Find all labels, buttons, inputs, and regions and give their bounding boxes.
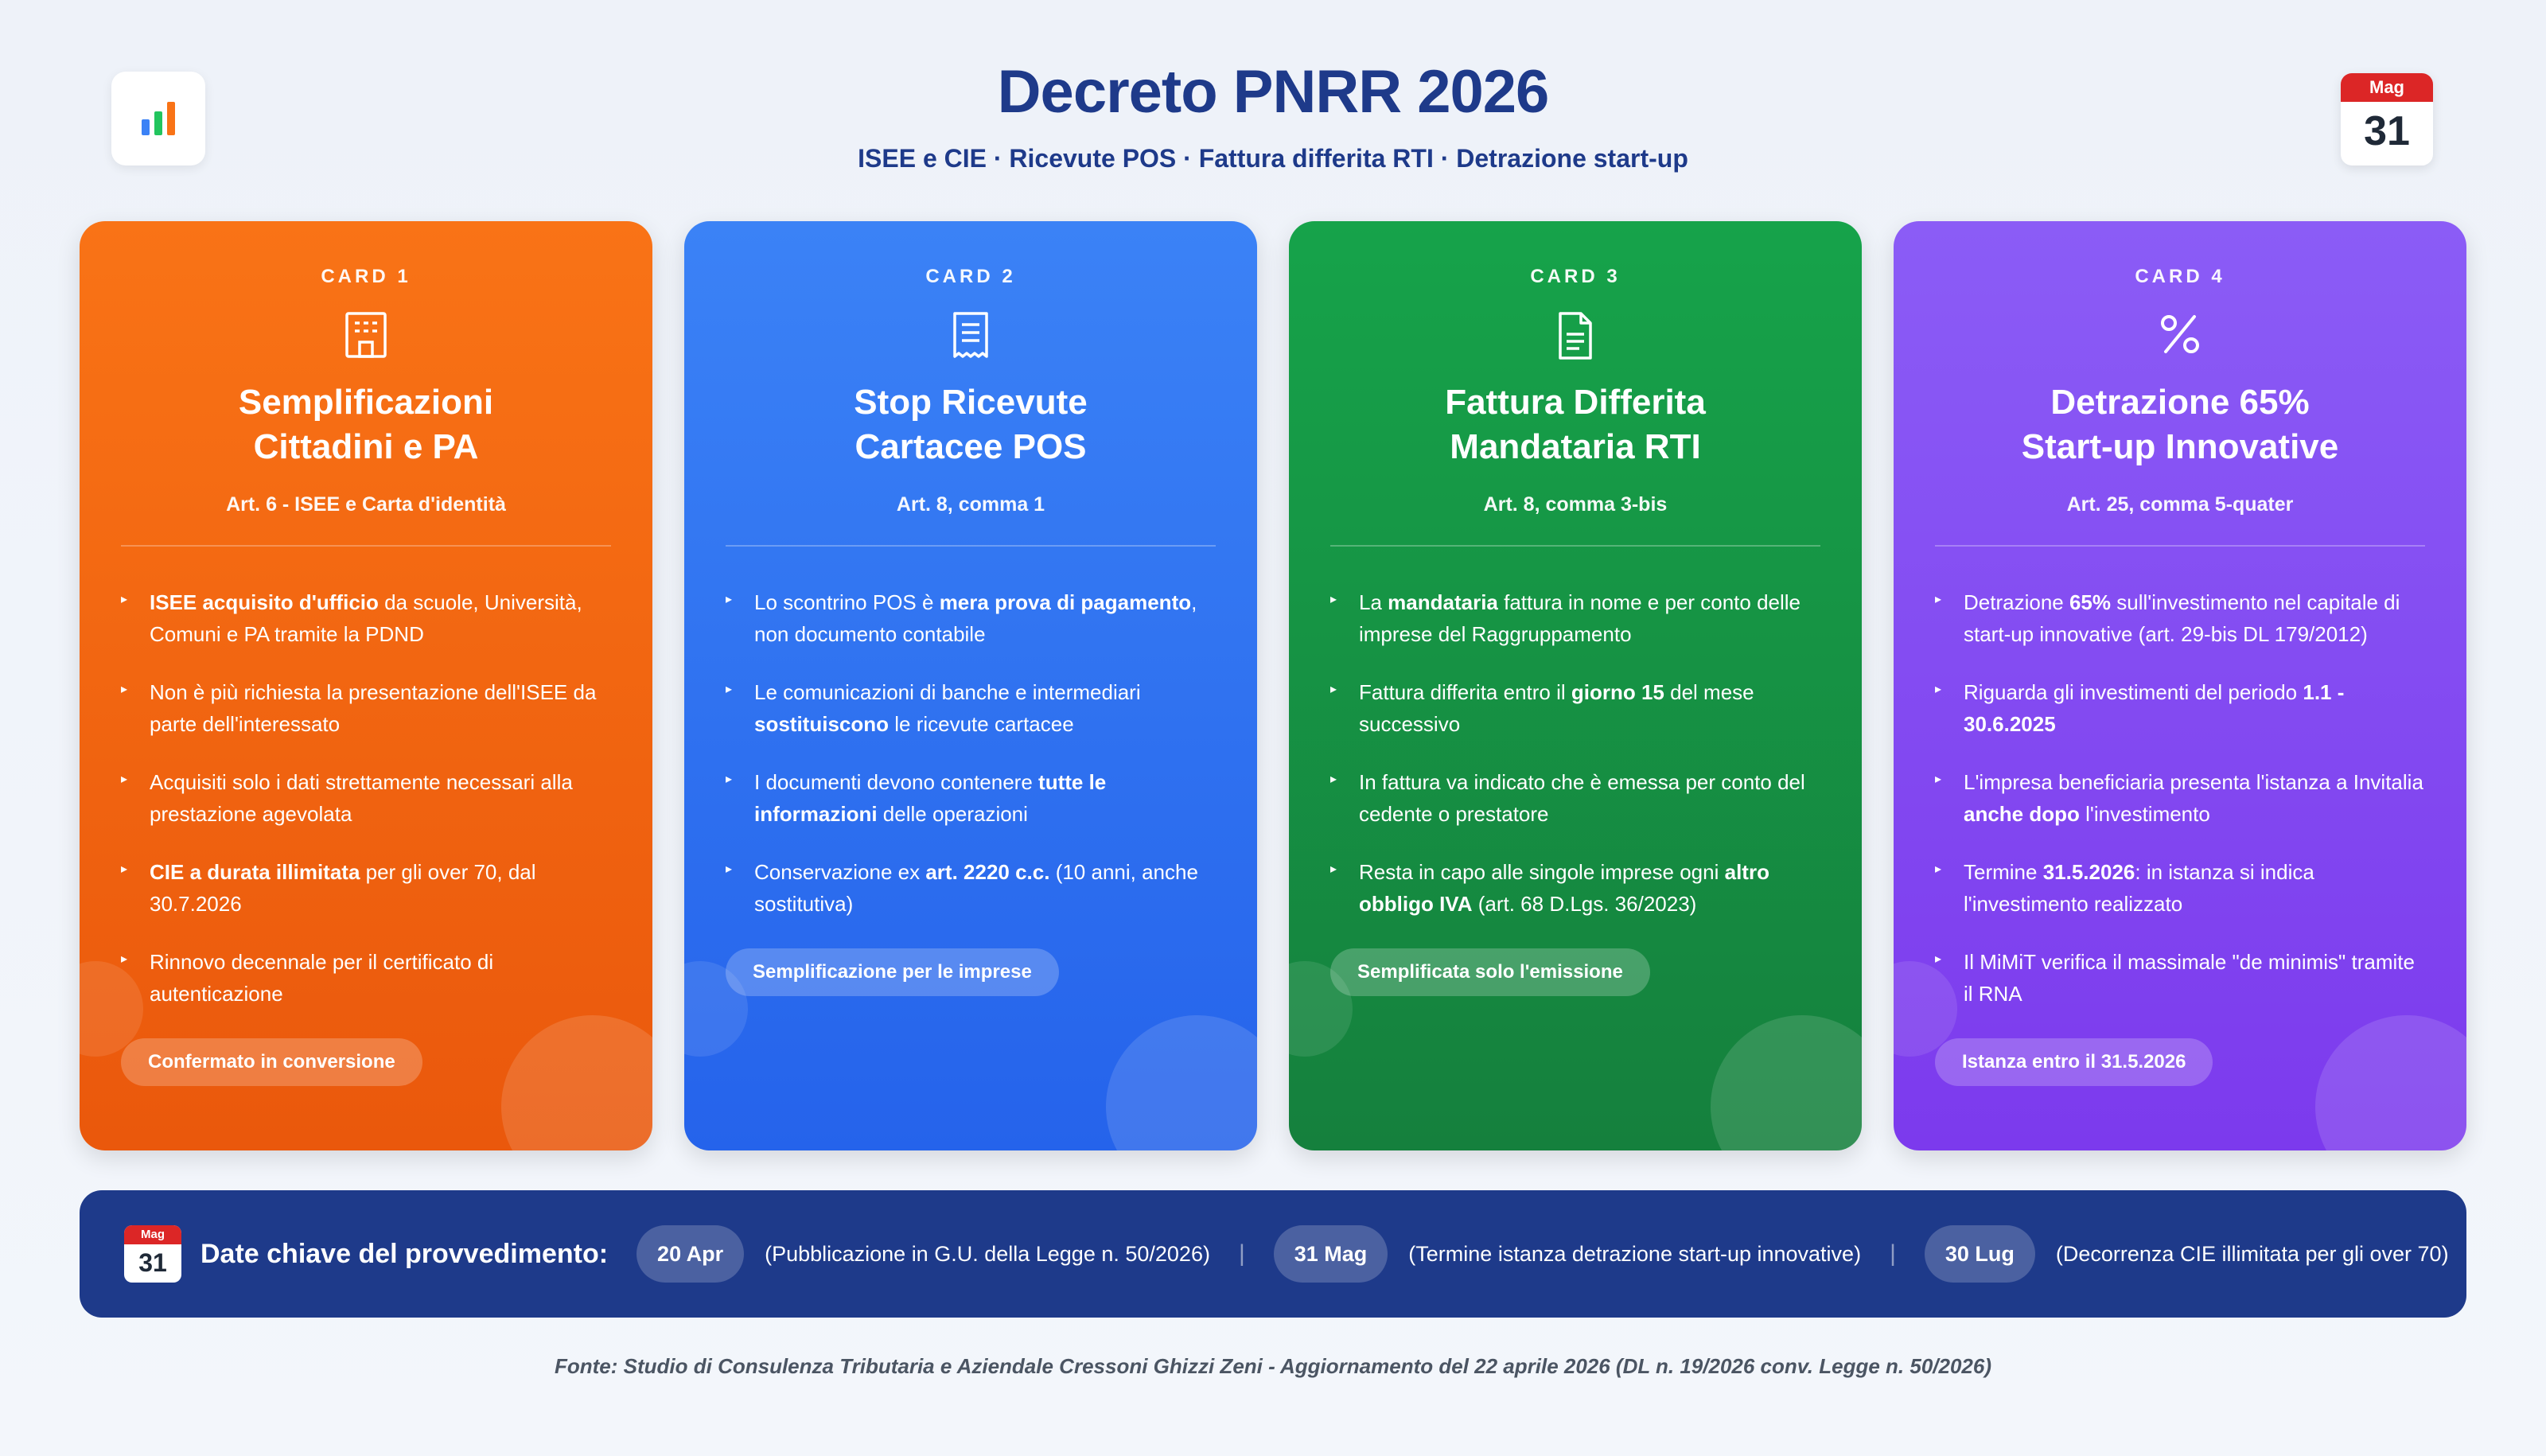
document-icon xyxy=(1559,312,1592,360)
bullet-list: ▸ ISEE acquisito d'ufficio da scuole, Uni… xyxy=(121,586,611,1010)
list-item: ▸ Non è più richiesta la presentazione de… xyxy=(121,676,611,740)
card-title: Semplificazioni Cittadini e PA xyxy=(238,383,494,466)
list-item: ▸ Le comunicazioni di banche e intermedia… xyxy=(726,676,1216,740)
card-reference: Art. 6 - ISEE e Carta d'identità xyxy=(226,493,506,516)
list-item: ▸ CIE a durata illimitata per gli over 70… xyxy=(121,856,611,920)
page-title: Decreto PNRR 2026 xyxy=(997,58,1550,126)
triangle-right-icon: ▸ xyxy=(1330,683,1337,696)
page-subtitle: ISEE e CIE · Ricevute POS · Fattura diff… xyxy=(858,144,1688,173)
list-item: ▸ Detrazione 65% sull'investimento nel ca… xyxy=(1935,586,2425,650)
card-fattura-differita: CARD 3 Fattura Differita Mandataria RTI … xyxy=(1289,221,1862,1150)
calendar-day: 31 xyxy=(138,1248,167,1277)
calendar-icon: Mag 31 xyxy=(124,1225,181,1283)
bullet-list: ▸ Lo scontrino POS è mera prova di pagame… xyxy=(726,586,1216,920)
card-title: Stop Ricevute Cartacee POS xyxy=(854,383,1088,466)
triangle-right-icon: ▸ xyxy=(726,773,733,786)
triangle-right-icon: ▸ xyxy=(726,862,733,876)
status-badge: Confermato in conversione xyxy=(121,1038,422,1086)
triangle-right-icon: ▸ xyxy=(1935,952,1942,966)
list-item: ▸ Rinnovo decennale per il certificato di… xyxy=(121,946,611,1010)
page-header: Decreto PNRR 2026 ISEE e CIE · Ricevute … xyxy=(0,57,2546,173)
list-item: ▸ Riguarda gli investimenti del periodo 1… xyxy=(1935,676,2425,740)
source-note: Fonte: Studio di Consulenza Tributaria e… xyxy=(555,1354,1991,1378)
card-number: CARD 1 xyxy=(321,266,411,287)
card-title: Detrazione 65% Start-up Innovative xyxy=(2021,383,2339,466)
list-item: ▸ I documenti devono contenere tutte le i… xyxy=(726,766,1216,830)
separator: | xyxy=(1890,1240,1896,1267)
status-badge: Semplificazione per le imprese xyxy=(726,948,1059,996)
separator: | xyxy=(1238,1240,1245,1267)
card-number: CARD 2 xyxy=(925,266,1016,287)
card-detrazione-startup: CARD 4 Detrazione 65% Start-up Innovativ… xyxy=(1894,221,2466,1150)
calendar-month: Mag xyxy=(2341,73,2433,102)
decorative-circle xyxy=(1106,1015,1257,1150)
calendar-icon: Mag 31 xyxy=(2341,73,2433,165)
list-item: ▸ Termine 31.5.2026: in istanza si indica… xyxy=(1935,856,2425,920)
list-item: ▸ In fattura va indicato che è emessa per… xyxy=(1330,766,1820,830)
percent-icon xyxy=(2161,315,2199,353)
status-badge: Semplificata solo l'emissione xyxy=(1330,948,1650,996)
card-reference: Art. 8, comma 1 xyxy=(896,493,1045,516)
key-dates-bar: Mag 31 Date chiave del provvedimento: 20… xyxy=(80,1190,2466,1318)
divider xyxy=(726,545,1216,547)
divider xyxy=(1330,545,1820,547)
date-chip: 20 Apr xyxy=(636,1225,745,1283)
card-number: CARD 4 xyxy=(2135,266,2225,287)
receipt-icon xyxy=(953,312,988,358)
card-title: Fattura Differita Mandataria RTI xyxy=(1445,383,1706,466)
calendar-month: Mag xyxy=(124,1225,181,1244)
list-item: ▸ Lo scontrino POS è mera prova di pagame… xyxy=(726,586,1216,650)
decorative-circle xyxy=(2315,1015,2466,1150)
decorative-circle xyxy=(1711,1015,1862,1150)
cards-row: CARD 1 Semplificazioni Cittadini e PA Ar… xyxy=(80,221,2466,1150)
bullet-list: ▸ Detrazione 65% sull'investimento nel ca… xyxy=(1935,586,2425,1010)
date-chip: 31 Mag xyxy=(1273,1225,1388,1283)
card-number: CARD 3 xyxy=(1530,266,1621,287)
building-icon xyxy=(345,312,387,358)
card-reference: Art. 8, comma 3-bis xyxy=(1483,493,1668,516)
divider xyxy=(121,545,611,547)
list-item: ▸ La mandataria fattura in nome e per con… xyxy=(1330,586,1820,650)
date-description: (Termine istanza detrazione start-up inn… xyxy=(1408,1241,1862,1266)
triangle-right-icon: ▸ xyxy=(121,952,128,966)
triangle-right-icon: ▸ xyxy=(1935,773,1942,786)
calendar-day: 31 xyxy=(2364,108,2410,154)
list-item: ▸ ISEE acquisito d'ufficio da scuole, Uni… xyxy=(121,586,611,650)
card-reference: Art. 25, comma 5-quater xyxy=(2066,493,2294,516)
date-description: (Decorrenza CIE illimitata per gli over … xyxy=(2055,1241,2449,1266)
triangle-right-icon: ▸ xyxy=(121,683,128,696)
bullet-list: ▸ La mandataria fattura in nome e per con… xyxy=(1330,586,1820,920)
date-chip: 30 Lug xyxy=(1924,1225,2035,1283)
status-badge: Istanza entro il 31.5.2026 xyxy=(1935,1038,2213,1086)
date-description: (Pubblicazione in G.U. della Legge n. 50… xyxy=(765,1241,1210,1266)
list-item: ▸ Conservazione ex art. 2220 c.c. (10 ann… xyxy=(726,856,1216,920)
decorative-circle xyxy=(501,1015,652,1150)
triangle-right-icon: ▸ xyxy=(1330,773,1337,786)
triangle-right-icon: ▸ xyxy=(1330,593,1337,606)
triangle-right-icon: ▸ xyxy=(121,593,128,606)
triangle-right-icon: ▸ xyxy=(121,862,128,876)
list-item: ▸ Acquisiti solo i dati strettamente nece… xyxy=(121,766,611,830)
triangle-right-icon: ▸ xyxy=(1935,593,1942,606)
card-semplificazioni: CARD 1 Semplificazioni Cittadini e PA Ar… xyxy=(80,221,652,1150)
triangle-right-icon: ▸ xyxy=(121,773,128,786)
triangle-right-icon: ▸ xyxy=(1935,683,1942,696)
key-dates-label: Date chiave del provvedimento: xyxy=(200,1238,609,1269)
card-ricevute-pos: CARD 2 Stop Ricevute Cartacee POS Art. 8… xyxy=(684,221,1257,1150)
list-item: ▸ L'impresa beneficiaria presenta l'istan… xyxy=(1935,766,2425,830)
list-item: ▸ Il MiMiT verifica il massimale "de mini… xyxy=(1935,946,2425,1010)
list-item: ▸ Fattura differita entro il giorno 15 de… xyxy=(1330,676,1820,740)
divider xyxy=(1935,545,2425,547)
list-item: ▸ Resta in capo alle singole imprese ogni… xyxy=(1330,856,1820,920)
triangle-right-icon: ▸ xyxy=(1330,862,1337,876)
triangle-right-icon: ▸ xyxy=(1935,862,1942,876)
triangle-right-icon: ▸ xyxy=(726,683,733,696)
triangle-right-icon: ▸ xyxy=(726,593,733,606)
